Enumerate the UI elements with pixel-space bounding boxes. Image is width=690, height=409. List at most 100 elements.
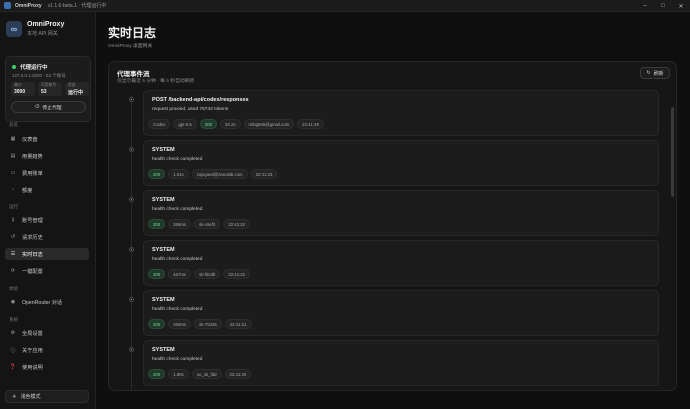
- event-tag: 34.2s: [219, 119, 241, 129]
- sidebar-item-usage[interactable]: ▤ 用量趋势: [5, 150, 89, 162]
- brand-logo-icon: ∞: [6, 21, 22, 37]
- sidebar-item-label: 关于应用: [22, 347, 43, 354]
- sidebar-item-label: 额度: [22, 187, 33, 194]
- event-tags: Codex gpt-5.5 200 34.2s mtbg665@gmail.com 22:…: [148, 119, 324, 129]
- theme-toggle-button[interactable]: ☀ 浅色模式: [5, 390, 89, 403]
- timeline-dot-icon: [129, 247, 134, 252]
- maximize-icon[interactable]: □: [654, 0, 672, 12]
- app-logo-icon: [4, 2, 11, 9]
- stat-value: 53: [41, 89, 47, 95]
- sun-icon: ☀: [12, 393, 17, 400]
- nav-section-run: 运行: [9, 204, 18, 209]
- stat-accounts: 可用账号 53: [38, 82, 62, 96]
- window-controls: – □ ✕: [636, 0, 690, 12]
- event-tags: 200 1.01s zujayaed@zanolab.com 22:41:23: [148, 169, 278, 179]
- timeline-dot-icon: [129, 297, 134, 302]
- chart-icon: ▤: [10, 153, 16, 159]
- theme-toggle-label: 浅色模式: [20, 394, 41, 400]
- event-tag: mtbg665@gmail.com: [243, 119, 295, 129]
- proxy-status-card: 代理运行中 127.0.0.1:3000 · 53 个账号 端口 3000 可用…: [5, 56, 91, 122]
- refresh-icon: ↻: [646, 70, 651, 76]
- event-tags: 200 269ms sk-c6ef3 22:41:22: [148, 219, 251, 229]
- sidebar-item-oneclick[interactable]: ⟳ 一键配置: [5, 265, 89, 277]
- event-tag: 22:41:20: [224, 369, 252, 379]
- brand-subtitle: 本地 API 网关: [27, 31, 58, 37]
- stat-label: 可用账号: [41, 83, 57, 87]
- stop-proxy-button[interactable]: ⏻ 停止代理: [11, 101, 86, 113]
- log-icon: ☰: [10, 251, 16, 257]
- nav-section-tools: 体验: [9, 286, 18, 291]
- dashboard-icon: ▦: [10, 136, 16, 142]
- stat-port: 端口 3000: [11, 82, 35, 96]
- event-tag: 22:41:23: [250, 169, 278, 179]
- event-title: SYSTEM: [152, 147, 175, 153]
- sidebar-item-settings[interactable]: ⚙ 全局设置: [5, 327, 89, 339]
- sidebar-item-label: 请求历史: [22, 234, 43, 241]
- page-title: 实时日志: [108, 26, 157, 40]
- sidebar-item-billing[interactable]: ▭ 费用账单: [5, 167, 89, 179]
- proxy-address: 127.0.0.1:3000 · 53 个账号: [12, 73, 66, 78]
- sidebar-item-logs[interactable]: ☰ 实时日志: [5, 248, 89, 260]
- event-tag: 22:41:22: [223, 269, 251, 279]
- event-tag: sk-c6ef3: [194, 219, 221, 229]
- sidebar-item-about[interactable]: ⓘ 关于应用: [5, 344, 89, 356]
- stat-state: 状态 运行中: [65, 82, 89, 96]
- sidebar-item-label: 账号管理: [22, 217, 43, 224]
- sidebar-item-dashboard[interactable]: ▦ 仪表盘: [5, 133, 89, 145]
- status-badge: 200: [199, 119, 217, 129]
- event-title: SYSTEM: [152, 197, 175, 203]
- stat-value: 3000: [14, 89, 26, 95]
- timeline-dot-icon: [129, 147, 134, 152]
- sidebar-item-history[interactable]: ↺ 请求历史: [5, 231, 89, 243]
- status-badge: 200: [148, 319, 166, 329]
- event-message: health check completed: [152, 307, 203, 312]
- receipt-icon: ▭: [10, 170, 16, 176]
- log-event[interactable]: SYSTEM health check completed 200 269ms sk-c…: [143, 190, 659, 236]
- wrench-icon: ⟳: [10, 268, 16, 274]
- event-title: SYSTEM: [152, 247, 175, 253]
- event-tag: sk-fdcd8: [194, 269, 221, 279]
- refresh-label: 刷新: [653, 70, 664, 77]
- event-tag: 487ms: [168, 269, 192, 279]
- key-icon: ⚷: [11, 217, 15, 223]
- sidebar-item-label: 一键配置: [22, 268, 43, 275]
- sidebar-item-accounts[interactable]: ⚷ 账号管理: [5, 214, 89, 226]
- minimize-icon[interactable]: –: [636, 0, 654, 12]
- log-event[interactable]: POST /backend-api/codex/responses request…: [143, 90, 659, 136]
- stat-label: 端口: [14, 83, 22, 87]
- event-title: SYSTEM: [152, 297, 175, 303]
- scrollbar[interactable]: [671, 107, 674, 197]
- event-message: health check completed: [152, 207, 203, 212]
- timeline-dot-icon: [129, 97, 134, 102]
- sidebar-item-label: 使用说明: [22, 364, 43, 371]
- event-tag: oo_sk_fdd: [191, 369, 222, 379]
- log-event[interactable]: SYSTEM health check completed 200 1.80s oo_s…: [143, 340, 659, 386]
- event-tag: 1.01s: [168, 169, 189, 179]
- status-badge: 200: [148, 219, 166, 229]
- sidebar-item-quota[interactable]: ▫ 额度: [5, 184, 89, 196]
- event-tag: gpt-5.5: [173, 119, 197, 129]
- sidebar-item-label: 全局设置: [22, 330, 43, 337]
- sidebar-item-label: 仪表盘: [22, 136, 38, 143]
- log-event[interactable]: SYSTEM health check completed 200 1.01s zuja…: [143, 140, 659, 186]
- stat-label: 状态: [68, 83, 76, 87]
- wallet-icon: ▫: [12, 187, 14, 193]
- status-badge: 200: [148, 169, 166, 179]
- nav-section-overview: 总览: [9, 122, 18, 127]
- history-icon: ↺: [10, 234, 16, 240]
- brand-name: OmniProxy: [27, 21, 65, 28]
- stop-proxy-label: 停止代理: [42, 105, 62, 111]
- close-icon[interactable]: ✕: [672, 0, 690, 12]
- proxy-status-label: 代理运行中: [20, 65, 48, 71]
- event-tags: 200 1.80s oo_sk_fdd 22:41:20: [148, 369, 252, 379]
- log-event[interactable]: SYSTEM health check completed 200 487ms sk-f…: [143, 240, 659, 286]
- sidebar-item-openrouter[interactable]: ◉ OpenRouter 对话: [5, 296, 89, 308]
- event-message: health check completed: [152, 157, 203, 162]
- nav-section-system: 系统: [9, 317, 18, 322]
- timeline-dot-icon: [129, 347, 134, 352]
- refresh-button[interactable]: ↻ 刷新: [640, 67, 670, 79]
- sidebar-item-guide[interactable]: ❓ 使用说明: [5, 361, 89, 373]
- stat-value: 运行中: [68, 90, 84, 96]
- chat-icon: ◉: [10, 299, 16, 305]
- log-event[interactable]: SYSTEM health check completed 200 260ms sk-7…: [143, 290, 659, 336]
